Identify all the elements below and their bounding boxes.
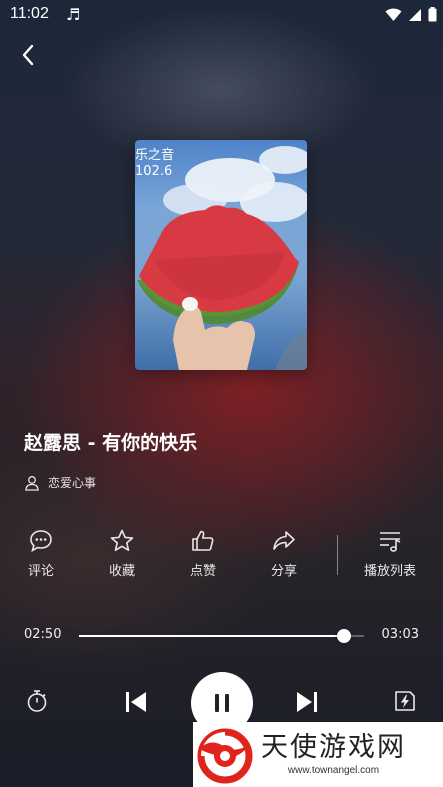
playlist-label: 播放列表 xyxy=(363,564,416,579)
playlist-button[interactable]: 播放列表 xyxy=(355,528,425,579)
previous-button[interactable] xyxy=(123,689,149,719)
comment-label: 评论 xyxy=(27,564,54,579)
skip-previous-icon xyxy=(126,692,146,712)
comment-button[interactable]: 评论 xyxy=(6,528,76,579)
music-note-icon: ♬ xyxy=(66,5,81,24)
cover-logo-line1: 乐之音 xyxy=(135,148,175,163)
share-label: 分享 xyxy=(270,564,297,579)
progress-bar: 02:50 03:03 xyxy=(0,626,443,646)
artist-name: 恋爱心事 xyxy=(48,476,97,490)
favorite-label: 收藏 xyxy=(108,564,135,579)
back-button[interactable] xyxy=(16,42,42,68)
battery-icon xyxy=(428,7,437,22)
townangel-logo xyxy=(197,728,253,783)
user-icon xyxy=(25,475,39,491)
favorite-button[interactable]: 收藏 xyxy=(87,528,157,579)
timer-icon xyxy=(27,690,47,712)
album-cover: 乐之音 102.6 xyxy=(135,140,307,370)
playlist-icon xyxy=(380,532,401,552)
like-label: 点赞 xyxy=(189,564,216,579)
star-icon xyxy=(110,529,134,552)
share-icon xyxy=(273,531,295,550)
flash-icon xyxy=(395,691,415,711)
comment-icon xyxy=(30,530,52,553)
watermark-brand: 天使游戏网 xyxy=(261,732,406,763)
status-icons xyxy=(385,7,437,22)
like-button[interactable]: 点赞 xyxy=(168,528,238,579)
speed-button[interactable] xyxy=(392,688,418,718)
next-button[interactable] xyxy=(294,689,320,719)
site-watermark: 天使游戏网 www.townangel.com xyxy=(193,722,443,787)
thumbs-up-icon xyxy=(192,530,214,551)
artist-row[interactable]: 恋爱心事 xyxy=(24,474,96,491)
pause-icon xyxy=(215,694,229,712)
song-title: 赵露思 - 有你的快乐 xyxy=(24,432,198,454)
cover-radio-logo: 乐之音 102.6 xyxy=(135,148,174,180)
current-time: 02:50 xyxy=(24,627,62,642)
signal-icon xyxy=(409,8,421,21)
share-button[interactable]: 分享 xyxy=(249,528,319,579)
seek-handle[interactable] xyxy=(337,629,352,643)
watermark-url: www.townangel.com xyxy=(287,765,380,776)
action-bar: 评论 收藏 点赞 分享 播放列表 xyxy=(0,528,443,588)
seek-track[interactable] xyxy=(79,629,364,643)
wifi-icon xyxy=(385,7,402,21)
sleep-timer-button[interactable] xyxy=(24,688,50,718)
chevron-left-icon xyxy=(22,44,34,66)
cover-logo-line2: 102.6 xyxy=(135,164,173,179)
skip-next-icon xyxy=(297,692,317,712)
seek-fill xyxy=(79,635,345,637)
total-time: 03:03 xyxy=(381,627,419,642)
status-time: 11:02 xyxy=(10,5,49,22)
action-divider xyxy=(337,535,338,575)
status-bar: 11:02 ♬ xyxy=(0,0,443,30)
